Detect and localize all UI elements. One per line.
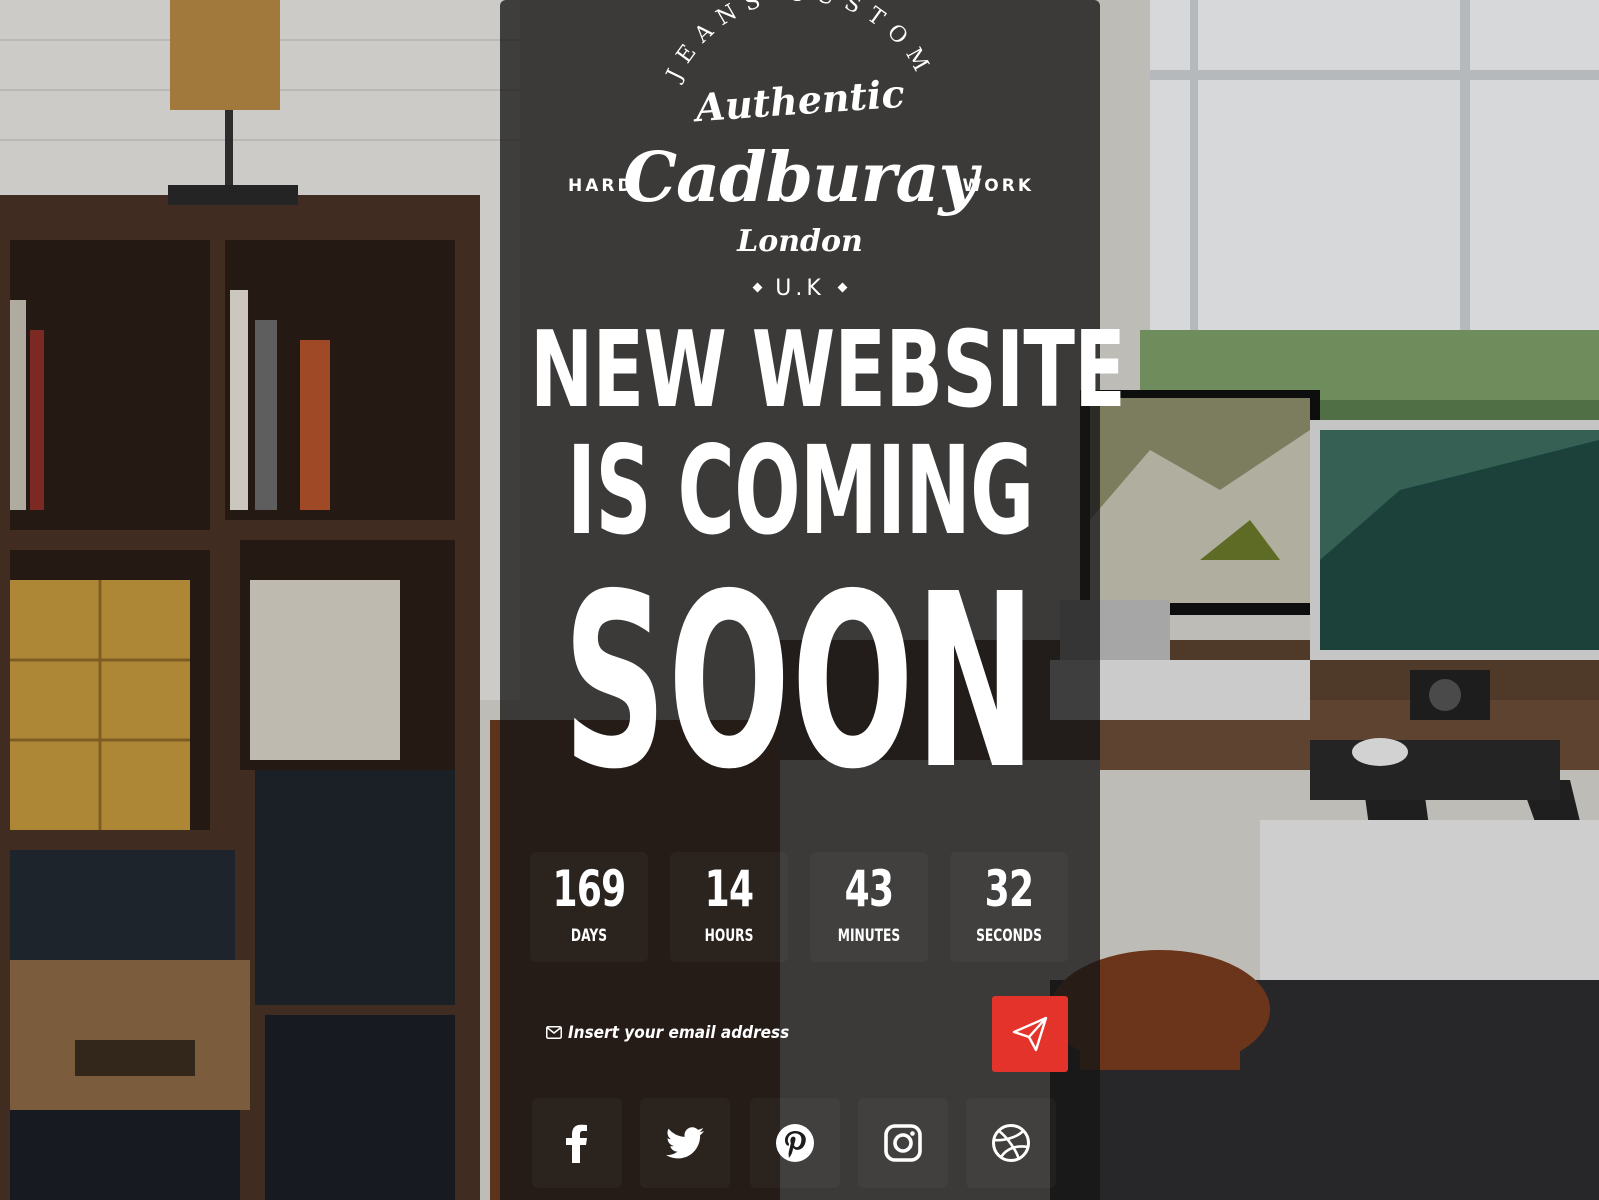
headline-line-1: NEW WEBSITE xyxy=(530,318,1126,423)
countdown-minutes-label: MINUTES xyxy=(837,926,901,946)
countdown-days-value: 169 xyxy=(552,860,627,918)
countdown-seconds-label: SECONDS xyxy=(976,926,1042,946)
headline-line-3-text: SOON xyxy=(563,542,1037,822)
logo-country: U.K xyxy=(500,276,1100,301)
instagram-link[interactable] xyxy=(858,1098,948,1188)
envelope-icon xyxy=(546,1026,562,1039)
dribbble-link[interactable] xyxy=(966,1098,1056,1188)
diamond-ornament-icon xyxy=(837,282,848,292)
coming-soon-page: JEANS CUSTOM Authentic HARD Cadburay WOR… xyxy=(0,0,1599,1200)
dribbble-icon xyxy=(992,1124,1030,1162)
email-input[interactable] xyxy=(568,1018,958,1048)
countdown-hours-value: 14 xyxy=(704,860,754,918)
pinterest-icon xyxy=(776,1124,814,1162)
countdown-timer: 169 DAYS 14 HOURS 43 MINUTES 32 SECONDS xyxy=(530,852,1070,962)
logo-city: London xyxy=(737,224,863,259)
headline-line-1-text: NEW WEBSITE xyxy=(530,309,1126,431)
brand-logo: JEANS CUSTOM Authentic HARD Cadburay WOR… xyxy=(500,0,1100,320)
countdown-seconds-value: 32 xyxy=(984,860,1034,918)
social-links xyxy=(530,1098,1070,1190)
headline-line-2-text: IS COMING xyxy=(566,420,1034,562)
logo-country-text: U.K xyxy=(775,276,825,301)
logo-right-word: WORK xyxy=(962,176,1034,196)
subscribe-submit-button[interactable] xyxy=(992,996,1068,1072)
email-field xyxy=(530,996,970,1072)
twitter-link[interactable] xyxy=(640,1098,730,1188)
countdown-minutes-value: 43 xyxy=(844,860,894,918)
diamond-ornament-icon xyxy=(752,282,763,292)
twitter-icon xyxy=(665,1127,704,1159)
instagram-icon xyxy=(884,1124,922,1162)
headline-line-3: SOON xyxy=(530,562,1070,802)
countdown-days: 169 DAYS xyxy=(530,852,648,962)
countdown-seconds: 32 SECONDS xyxy=(950,852,1068,962)
coming-soon-panel: JEANS CUSTOM Authentic HARD Cadburay WOR… xyxy=(500,0,1126,1200)
countdown-hours: 14 HOURS xyxy=(670,852,788,962)
subscribe-form xyxy=(530,996,1070,1072)
countdown-days-label: DAYS xyxy=(570,926,608,946)
pinterest-link[interactable] xyxy=(750,1098,840,1188)
paper-plane-icon xyxy=(1012,1016,1048,1052)
countdown-minutes: 43 MINUTES xyxy=(810,852,928,962)
facebook-icon xyxy=(566,1124,587,1163)
headline-line-2: IS COMING xyxy=(530,420,1070,562)
facebook-link[interactable] xyxy=(532,1098,622,1188)
countdown-hours-label: HOURS xyxy=(704,926,754,946)
